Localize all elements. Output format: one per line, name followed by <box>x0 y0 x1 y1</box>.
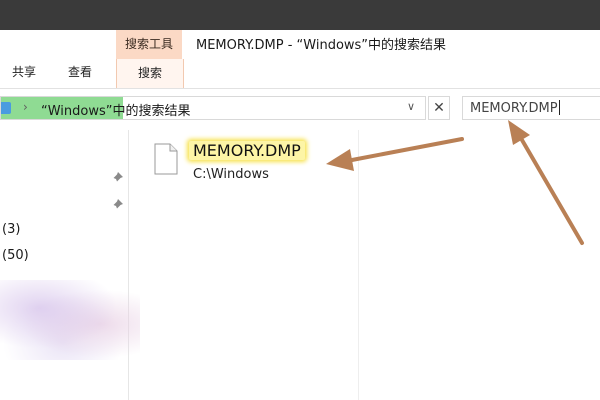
tab-share[interactable]: 共享 <box>12 63 36 80</box>
folder-icon <box>1 102 11 114</box>
annotation-arrow <box>520 138 584 245</box>
result-file-name[interactable]: MEMORY.DMP <box>189 141 305 160</box>
close-search-button[interactable]: ✕ <box>428 96 450 120</box>
ribbon-divider <box>0 88 600 89</box>
chevron-down-icon[interactable]: ∨ <box>407 100 415 113</box>
breadcrumb-location[interactable]: “Windows”中的搜索结果 <box>41 100 191 119</box>
title-bar-strip <box>0 0 600 30</box>
tab-search[interactable]: 搜索 <box>116 59 184 88</box>
result-file-path: C:\Windows <box>193 167 269 182</box>
pin-icon[interactable] <box>110 198 124 212</box>
address-bar[interactable]: › “Windows”中的搜索结果 ∨ <box>0 96 426 120</box>
blurred-region <box>0 280 140 360</box>
window-title: MEMORY.DMP - “Windows”中的搜索结果 <box>196 38 447 53</box>
search-tools-context-header: 搜索工具 <box>116 30 182 59</box>
tab-view[interactable]: 查看 <box>68 63 92 80</box>
text-caret <box>558 100 560 115</box>
pin-icon[interactable] <box>110 171 124 185</box>
annotation-arrow <box>350 137 464 162</box>
nav-item-count[interactable]: (50) <box>2 248 29 263</box>
search-input[interactable]: MEMORY.DMP <box>462 96 600 120</box>
nav-item-count[interactable]: (3) <box>2 222 20 237</box>
breadcrumb-chevron-icon[interactable]: › <box>23 100 28 114</box>
annotation-arrowhead <box>508 120 530 145</box>
search-input-value: MEMORY.DMP <box>470 101 558 116</box>
results-column-divider <box>358 130 359 400</box>
file-icon[interactable] <box>154 143 178 175</box>
annotation-arrowhead <box>326 149 354 171</box>
